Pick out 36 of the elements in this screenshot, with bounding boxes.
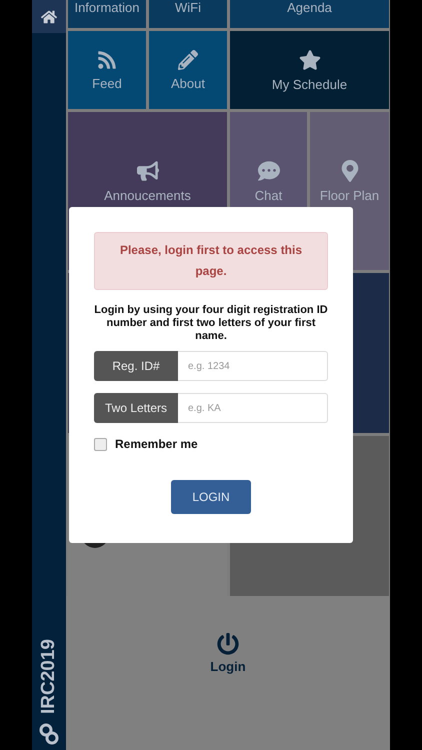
field-label: Two Letters: [94, 393, 178, 423]
tile-label: My Schedule: [272, 76, 348, 92]
checkbox[interactable]: [94, 438, 107, 450]
tile-label: Feed: [92, 76, 122, 90]
megaphone-icon: [136, 160, 158, 182]
rss-icon: [97, 50, 117, 70]
star-icon: [298, 48, 320, 70]
tile[interactable]: Agenda: [230, 0, 389, 28]
home-button[interactable]: [32, 0, 66, 33]
power-icon: [216, 632, 239, 654]
checkbox-label: Remember me: [115, 437, 198, 451]
chat-icon: [258, 160, 280, 182]
tile-label: Chat: [254, 188, 282, 202]
input-field[interactable]: e.g. 1234: [178, 351, 328, 381]
input-field[interactable]: e.g. KA: [178, 393, 328, 423]
tile-label: WiFi: [175, 0, 201, 15]
logo-icon: [39, 722, 59, 746]
login-button[interactable]: LOGIN: [171, 480, 251, 514]
tile-label: About: [171, 76, 205, 90]
alert-message: Please, login first to access this page.: [94, 232, 328, 290]
tile[interactable]: My Schedule: [230, 31, 389, 109]
pencil-icon: [178, 50, 198, 70]
instructions-text: Login by using your four digit registration ID number and first two letters of your first name.: [93, 304, 329, 343]
tile[interactable]: Information: [68, 0, 146, 28]
login-link[interactable]: Login: [210, 632, 246, 674]
home-icon: [41, 8, 57, 24]
map-pin-icon: [338, 160, 360, 182]
tile-label: Floor Plan: [320, 188, 380, 202]
brand-text: IRC2019: [38, 639, 60, 714]
field-label: Reg. ID#: [94, 351, 178, 381]
tile-label: Agenda: [287, 0, 332, 15]
tile[interactable]: Feed: [68, 31, 146, 109]
tile[interactable]: About: [149, 31, 227, 109]
tile-label: Annoucements: [104, 188, 191, 202]
tile-label: Information: [74, 0, 140, 15]
tile[interactable]: WiFi: [149, 0, 227, 28]
